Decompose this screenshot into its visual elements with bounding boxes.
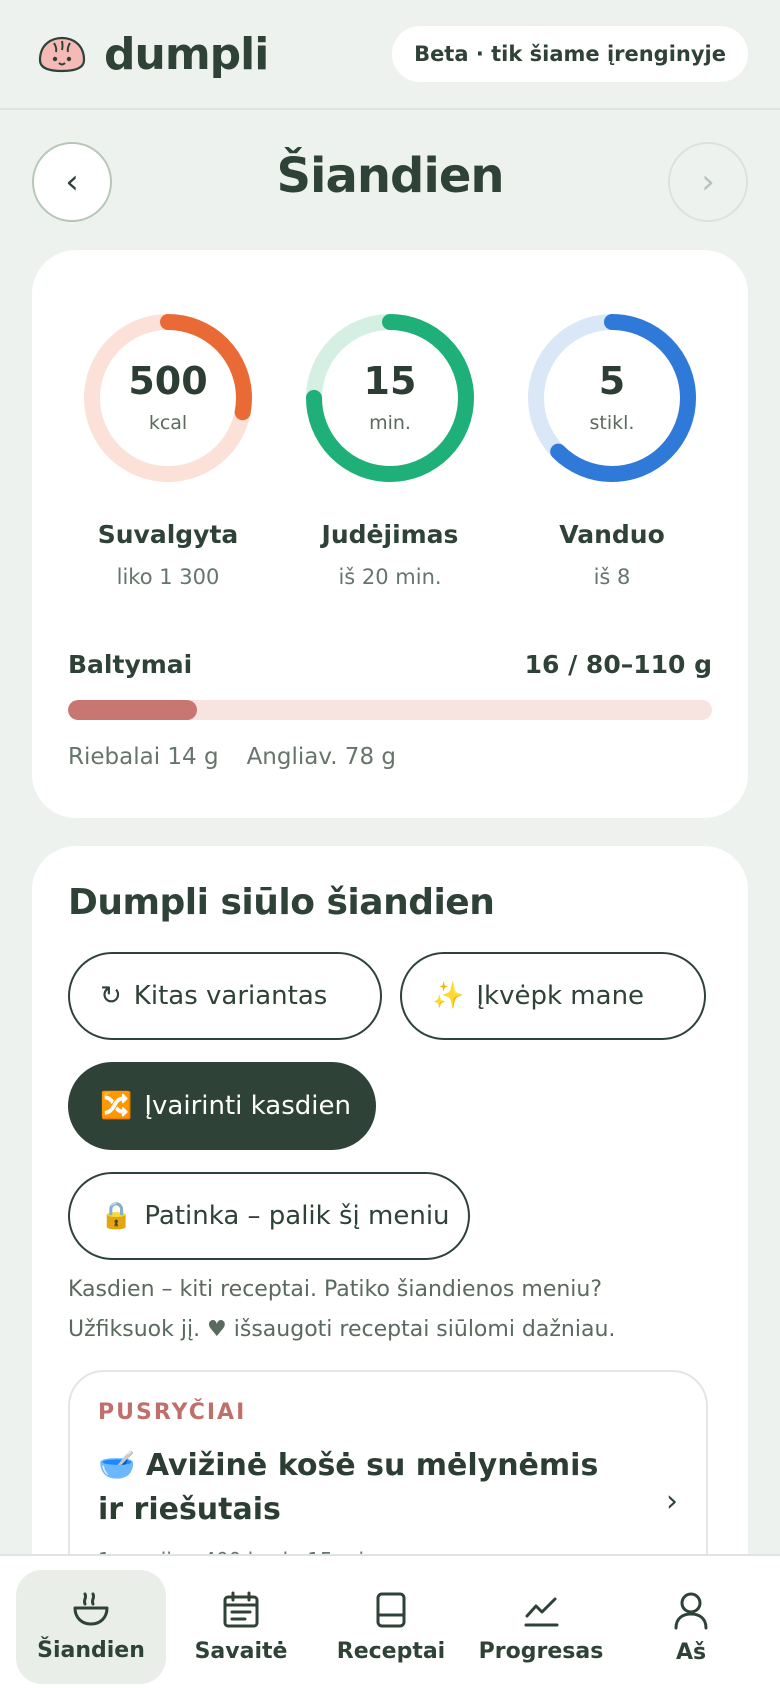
- meal-title: 🥣 Avižinė košė su mėlynėmis ir riešutais: [98, 1444, 618, 1532]
- protein-label: Baltymai: [68, 650, 193, 679]
- shuffle-icon: 🔀: [100, 1091, 133, 1121]
- day-navigation: ‹ Šiandien ›: [32, 142, 748, 222]
- movement-goal: iš 20 min.: [338, 565, 442, 589]
- water-unit: stikl.: [589, 412, 635, 434]
- user-icon: [674, 1592, 708, 1629]
- calories-unit: kcal: [148, 412, 188, 434]
- tab-recipes-label: Receptai: [336, 1638, 446, 1664]
- calories-remaining: liko 1 300: [116, 565, 220, 589]
- bottom-tab-bar: Šiandien Savaitė Receptai Progresas Aš: [0, 1554, 780, 1688]
- app-header: dumpli Beta · tik šiame įrenginyje: [0, 0, 780, 110]
- movement-value: 15: [363, 359, 417, 403]
- vary-daily-label: Įvairinti kasdien: [144, 1091, 351, 1121]
- brand[interactable]: dumpli: [36, 28, 269, 80]
- keep-menu-button[interactable]: 🔒 Patinka – palik šį meniu: [68, 1172, 470, 1260]
- bowl-emoji-icon: 🥣: [98, 1448, 136, 1483]
- chart-icon: [524, 1597, 559, 1626]
- other-variant-label: Kitas variantas: [133, 981, 328, 1011]
- ring-water[interactable]: 5 stikl. Vanduo iš 8: [520, 306, 704, 589]
- next-day-button[interactable]: ›: [668, 142, 748, 222]
- beta-badge: Beta · tik šiame įrenginyje: [392, 26, 748, 82]
- tab-progress-label: Progresas: [478, 1638, 604, 1664]
- chevron-right-icon: ›: [666, 1484, 678, 1519]
- tab-recipes[interactable]: Receptai: [316, 1570, 466, 1684]
- inspire-me-button[interactable]: ✨ Įkvėpk mane: [400, 952, 706, 1040]
- calories-label: Suvalgyta: [97, 520, 239, 549]
- refresh-icon: ↻: [100, 981, 122, 1011]
- fat-value: Riebalai 14 g: [68, 744, 219, 770]
- inspire-me-label: Įkvėpk mane: [476, 981, 645, 1011]
- tab-today-label: Šiandien: [37, 1637, 145, 1663]
- protein-progress-bar: [68, 700, 712, 720]
- ring-calories[interactable]: 500 kcal Suvalgyta liko 1 300: [76, 306, 260, 589]
- water-label: Vanduo: [559, 520, 665, 549]
- protein-row: Baltymai 16 / 80–110 g: [68, 650, 712, 679]
- vary-daily-toggle[interactable]: 🔀 Įvairinti kasdien: [68, 1062, 376, 1150]
- lock-icon: 🔒: [100, 1201, 133, 1231]
- calories-value: 500: [128, 359, 208, 403]
- bowl-icon: [73, 1592, 109, 1625]
- protein-progress-fill: [68, 700, 197, 720]
- book-icon: [376, 1592, 406, 1627]
- keep-menu-label: Patinka – palik šį meniu: [144, 1201, 450, 1231]
- tab-progress[interactable]: Progresas: [466, 1570, 616, 1684]
- movement-unit: min.: [369, 412, 411, 434]
- water-value: 5: [598, 359, 626, 403]
- movement-label: Judėjimas: [321, 520, 459, 549]
- meal-title-text: Avižinė košė su mėlynėmis ir riešutais: [98, 1448, 599, 1527]
- dumpling-logo-icon: [38, 36, 86, 73]
- protein-value: 16 / 80–110 g: [524, 650, 712, 679]
- daily-stats-card: 500 kcal Suvalgyta liko 1 300 15 min. Ju…: [32, 250, 748, 818]
- progress-rings: 500 kcal Suvalgyta liko 1 300 15 min. Ju…: [76, 306, 704, 589]
- page-title: Šiandien: [276, 148, 504, 204]
- meal-type: PUSRYČIAI: [98, 1400, 247, 1425]
- sparkles-icon: ✨: [432, 981, 465, 1011]
- tab-me[interactable]: Aš: [616, 1570, 766, 1684]
- calendar-icon: [223, 1591, 259, 1627]
- carbs-value: Angliav. 78 g: [246, 744, 396, 770]
- macros-summary: Riebalai 14 g Angliav. 78 g: [68, 744, 396, 770]
- tab-me-label: Aš: [675, 1639, 707, 1665]
- suggestions-title: Dumpli siūlo šiandien: [68, 882, 495, 923]
- suggestions-note: Kasdien – kiti receptai. Patiko šiandien…: [68, 1277, 616, 1342]
- brand-name: dumpli: [104, 28, 269, 80]
- tab-week[interactable]: Savaitė: [166, 1570, 316, 1684]
- tab-today[interactable]: Šiandien: [16, 1570, 166, 1684]
- ring-movement[interactable]: 15 min. Judėjimas iš 20 min.: [298, 306, 482, 589]
- tab-week-label: Savaitė: [194, 1638, 288, 1664]
- water-goal: iš 8: [593, 565, 631, 589]
- other-variant-button[interactable]: ↻ Kitas variantas: [68, 952, 382, 1040]
